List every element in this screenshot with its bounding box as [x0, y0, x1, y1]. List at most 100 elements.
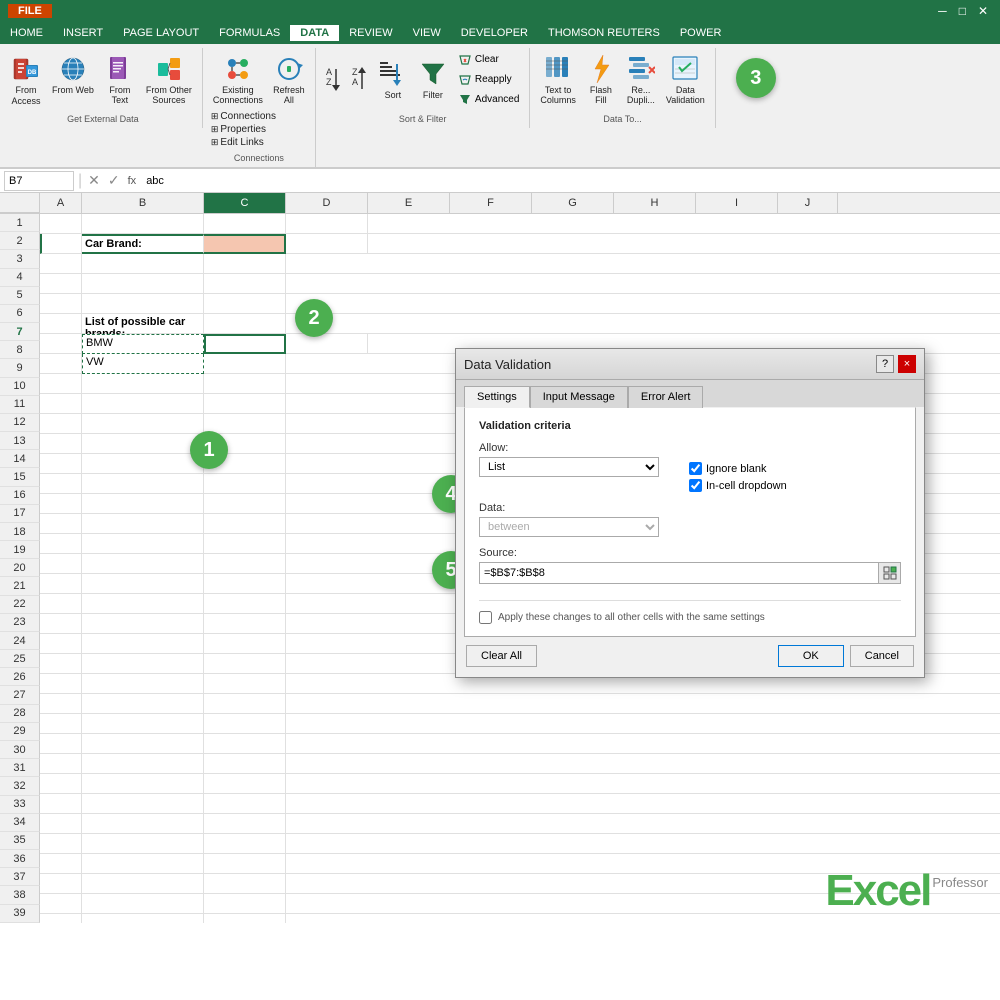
row-header-14[interactable]: 14 [0, 450, 40, 468]
col-header-H[interactable]: H [614, 193, 696, 213]
row-header-22[interactable]: 22 [0, 596, 40, 614]
cell-B3[interactable] [82, 254, 204, 274]
row-header-30[interactable]: 30 [0, 741, 40, 759]
row-header-24[interactable]: 24 [0, 632, 40, 650]
row-header-6[interactable]: 6 [0, 305, 40, 323]
row-header-3[interactable]: 3 [0, 250, 40, 268]
row-header-10[interactable]: 10 [0, 378, 40, 396]
col-header-G[interactable]: G [532, 193, 614, 213]
ignore-blank-checkbox[interactable] [689, 462, 702, 475]
col-header-E[interactable]: E [368, 193, 450, 213]
menu-developer[interactable]: DEVELOPER [451, 25, 538, 41]
from-text-button[interactable]: From Text [100, 50, 140, 110]
from-access-button[interactable]: DB From Access [6, 50, 46, 110]
cancel-formula-icon[interactable]: ✕ [86, 172, 102, 189]
row-header-32[interactable]: 32 [0, 777, 40, 795]
source-range-select-button[interactable] [878, 563, 900, 583]
row-header-5[interactable]: 5 [0, 287, 40, 305]
row-header-20[interactable]: 20 [0, 559, 40, 577]
cell-C3[interactable] [204, 254, 286, 274]
dialog-close-button[interactable]: × [898, 355, 916, 373]
cell-B2[interactable]: Car Brand: [82, 234, 204, 254]
refresh-all-button[interactable]: Refresh All [269, 50, 309, 108]
dialog-tab-input-message[interactable]: Input Message [530, 386, 628, 408]
from-other-sources-button[interactable]: From Other Sources [142, 50, 196, 110]
sort-az-button[interactable]: AZ [322, 61, 346, 97]
menu-page-layout[interactable]: PAGE LAYOUT [113, 25, 209, 41]
row-header-34[interactable]: 34 [0, 814, 40, 832]
row-header-4[interactable]: 4 [0, 269, 40, 287]
filter-button[interactable]: Filter [414, 56, 452, 102]
row-header-9[interactable]: 9 [0, 359, 40, 377]
row-header-19[interactable]: 19 [0, 541, 40, 559]
menu-review[interactable]: REVIEW [339, 25, 402, 41]
existing-connections-button[interactable]: Existing Connections [209, 50, 267, 108]
cell-C1[interactable] [204, 214, 286, 234]
properties-link[interactable]: ⊞ Properties [209, 123, 309, 136]
row-header-39[interactable]: 39 [0, 905, 40, 923]
col-header-F[interactable]: F [450, 193, 532, 213]
col-header-I[interactable]: I [696, 193, 778, 213]
clear-all-button[interactable]: Clear All [466, 645, 537, 667]
row-header-27[interactable]: 27 [0, 686, 40, 704]
text-to-columns-button[interactable]: Text to Columns [536, 50, 580, 108]
row-header-12[interactable]: 12 [0, 414, 40, 432]
cell-C2[interactable] [204, 234, 286, 254]
dialog-tab-error-alert[interactable]: Error Alert [628, 386, 704, 408]
reapply-button[interactable]: Reapply [454, 70, 523, 88]
source-input[interactable] [480, 565, 878, 581]
row-header-2[interactable]: 2 [0, 232, 40, 250]
row-header-1[interactable]: 1 [0, 214, 40, 232]
ok-button[interactable]: OK [778, 645, 844, 667]
sort-button[interactable]: Sort [374, 56, 412, 102]
flash-fill-button[interactable]: Flash Fill [582, 50, 620, 108]
cell-B8[interactable]: VW [82, 354, 204, 374]
col-header-A[interactable]: A [40, 193, 82, 213]
in-cell-dropdown-checkbox[interactable] [689, 479, 702, 492]
row-header-35[interactable]: 35 [0, 832, 40, 850]
col-header-B[interactable]: B [82, 193, 204, 213]
row-header-38[interactable]: 38 [0, 886, 40, 904]
col-header-D[interactable]: D [286, 193, 368, 213]
sort-za-button[interactable]: ZA [348, 61, 372, 97]
apply-all-cells-checkbox[interactable] [479, 611, 492, 624]
file-button[interactable]: FILE [8, 4, 52, 18]
cell-A2[interactable] [40, 234, 82, 254]
close-btn[interactable]: ✕ [974, 4, 992, 18]
menu-data[interactable]: DATA [290, 25, 339, 41]
confirm-formula-icon[interactable]: ✓ [106, 172, 122, 189]
remove-duplicates-button[interactable]: Re... Dupli... [622, 50, 660, 108]
row-header-23[interactable]: 23 [0, 614, 40, 632]
cell-A3[interactable] [40, 254, 82, 274]
row-header-21[interactable]: 21 [0, 577, 40, 595]
cancel-button[interactable]: Cancel [850, 645, 914, 667]
minimize-btn[interactable]: ─ [934, 4, 951, 18]
row-header-33[interactable]: 33 [0, 796, 40, 814]
menu-view[interactable]: VIEW [403, 25, 451, 41]
cell-D2[interactable] [286, 234, 368, 254]
data-select[interactable]: between [479, 517, 659, 537]
cell-reference-box[interactable] [4, 171, 74, 191]
data-validation-button[interactable]: Data Validation [662, 50, 709, 108]
row-header-16[interactable]: 16 [0, 487, 40, 505]
row-header-7[interactable]: 7 [0, 323, 40, 341]
row-header-31[interactable]: 31 [0, 759, 40, 777]
cell-B7[interactable]: BMW [82, 334, 204, 354]
row-header-28[interactable]: 28 [0, 705, 40, 723]
row-header-15[interactable]: 15 [0, 468, 40, 486]
cell-D1[interactable] [286, 214, 368, 234]
row-header-17[interactable]: 17 [0, 505, 40, 523]
cell-B6[interactable]: List of possible car brands: [82, 314, 204, 334]
restore-btn[interactable]: □ [955, 4, 970, 18]
cell-A1[interactable] [40, 214, 82, 234]
formula-input[interactable] [142, 174, 996, 188]
edit-links-link[interactable]: ⊞ Edit Links [209, 136, 309, 149]
row-header-26[interactable]: 26 [0, 668, 40, 686]
menu-home[interactable]: HOME [0, 25, 53, 41]
row-header-13[interactable]: 13 [0, 432, 40, 450]
menu-thomson[interactable]: THOMSON REUTERS [538, 25, 670, 41]
dialog-tab-settings[interactable]: Settings [464, 386, 530, 408]
allow-select[interactable]: List Any value Whole number [479, 457, 659, 477]
cell-B1[interactable] [82, 214, 204, 234]
row-header-18[interactable]: 18 [0, 523, 40, 541]
